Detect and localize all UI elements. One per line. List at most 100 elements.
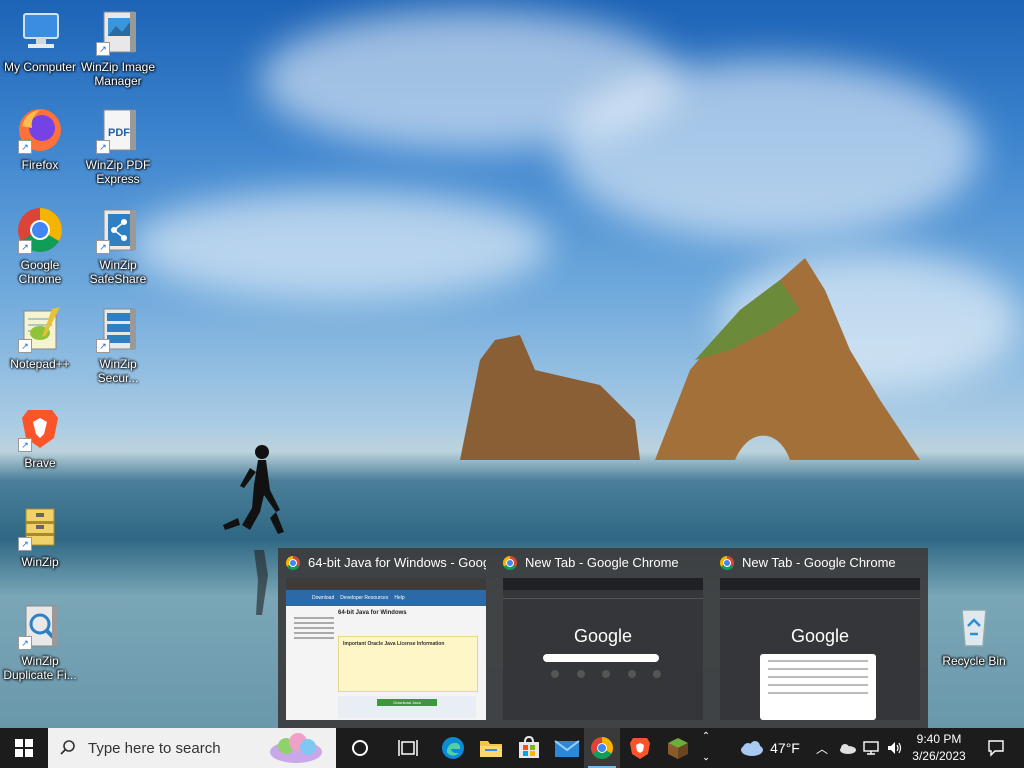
desktop-icon-firefox[interactable]: ↗ Firefox: [0, 106, 80, 172]
desktop-icon-label: WinZip Duplicate Fi...: [3, 654, 77, 682]
speaker-icon: [888, 742, 902, 754]
desktop-icon-label: Notepad++: [10, 357, 70, 371]
chrome-small-icon: [720, 556, 734, 570]
chevron-down-icon[interactable]: ⌃: [697, 746, 715, 764]
task-view-icon: [398, 740, 418, 756]
show-hidden-icons-chevron-icon[interactable]: ︿: [812, 728, 832, 768]
cortana-button[interactable]: [340, 728, 380, 768]
taskbar-edge[interactable]: [434, 728, 472, 768]
thumb-java-download-button: Download Java: [377, 699, 437, 706]
search-icon: [60, 740, 75, 755]
thumb-java-notice-title: Important Oracle Java License Informatio…: [343, 641, 445, 647]
search-highlight-icon: [270, 733, 322, 763]
shortcut-arrow-icon: ↗: [18, 636, 32, 650]
winzip-secure-icon: ↗: [94, 305, 142, 353]
desktop-icon-recycle-bin[interactable]: Recycle Bin: [934, 602, 1014, 668]
chrome-icon: [591, 737, 613, 759]
thumbnail-java-window[interactable]: 64-bit Java for Windows - Goog... Downlo…: [278, 548, 494, 728]
thumb-java-download-area: Download Java: [338, 696, 476, 718]
weather-widget[interactable]: 47°F: [734, 728, 804, 768]
desktop: My Computer ↗ WinZip Image Manager ↗ Fir…: [0, 0, 1024, 728]
desktop-icon-label: WinZip PDF Express: [85, 158, 151, 186]
wallpaper-cloud: [560, 60, 980, 240]
onedrive-cloud-icon: [840, 744, 856, 754]
thumb-search-dropdown: [760, 654, 876, 720]
cortana-circle-icon: [352, 740, 368, 756]
brave-icon: [630, 738, 650, 759]
desktop-icon-my-computer[interactable]: My Computer: [0, 8, 80, 74]
clock-time: 9:40 PM: [916, 732, 962, 746]
start-button[interactable]: [0, 728, 48, 768]
volume-tray-icon[interactable]: [884, 728, 906, 768]
shortcut-arrow-icon: ↗: [18, 537, 32, 551]
shortcut-arrow-icon: ↗: [18, 140, 32, 154]
onedrive-tray-icon[interactable]: [836, 728, 858, 768]
chrome-small-icon: [286, 556, 300, 570]
thumbnail-title: New Tab - Google Chrome: [720, 554, 920, 572]
thumb-java-heading: 64-bit Java for Windows: [338, 610, 407, 616]
weather-temperature: 47°F: [770, 740, 800, 756]
taskbar-microsoft-store[interactable]: [510, 728, 548, 768]
winzip-image-icon: ↗: [94, 8, 142, 56]
recycle-bin-icon: [950, 602, 998, 650]
notification-center-button[interactable]: [976, 728, 1016, 768]
shortcut-arrow-icon: ↗: [96, 140, 110, 154]
desktop-icon-brave[interactable]: ↗ Brave: [0, 404, 80, 470]
network-icon: [863, 741, 879, 755]
notification-icon: [988, 740, 1004, 757]
windows-logo-icon: [15, 739, 33, 757]
thumbnail-title: New Tab - Google Chrome: [503, 554, 703, 572]
desktop-icon-notepadpp[interactable]: ↗ Notepad++: [0, 305, 80, 371]
edge-icon: [442, 737, 464, 759]
shortcut-arrow-icon: ↗: [18, 240, 32, 254]
taskbar-search-box[interactable]: Type here to search: [48, 728, 336, 768]
taskbar-mail[interactable]: [548, 728, 586, 768]
desktop-icon-winzip-safeshare[interactable]: ↗ WinZip SafeShare: [78, 206, 158, 286]
taskbar-chrome[interactable]: [584, 728, 620, 768]
desktop-icon-winzip-secure[interactable]: ↗ WinZip Secur...: [78, 305, 158, 385]
taskbar-thumbnail-preview: 64-bit Java for Windows - Goog... Downlo…: [278, 548, 928, 728]
desktop-icon-winzip[interactable]: ↗ WinZip: [0, 503, 80, 569]
thumbnail-new-tab-2[interactable]: New Tab - Google Chrome Google: [712, 548, 928, 728]
svg-text:PDF: PDF: [108, 127, 130, 139]
chevron-up-icon[interactable]: ⌃: [697, 728, 715, 746]
desktop-icon-label: WinZip Secur...: [97, 357, 139, 385]
thumb-java-sidebar: [294, 614, 334, 684]
winzip-safeshare-icon: ↗: [94, 206, 142, 254]
shortcut-arrow-icon: ↗: [96, 240, 110, 254]
shortcut-arrow-icon: ↗: [18, 339, 32, 353]
network-tray-icon[interactable]: [860, 728, 882, 768]
chrome-small-icon: [503, 556, 517, 570]
thumb-nav-item: Help: [394, 595, 405, 601]
thumbnail-java-content: Download Developer Resources Help 64-bit…: [286, 578, 486, 720]
desktop-icon-winzip-image-manager[interactable]: ↗ WinZip Image Manager: [78, 8, 158, 88]
thumb-shortcuts: [551, 670, 661, 678]
taskbar-clock[interactable]: 9:40 PM 3/26/2023: [906, 731, 972, 765]
task-view-button[interactable]: [388, 728, 428, 768]
taskbar-scroll[interactable]: ⌃ ⌃: [697, 728, 715, 768]
wallpaper-rocks: [460, 258, 920, 460]
desktop-icon-google-chrome[interactable]: ↗ Google Chrome: [0, 206, 80, 286]
thumbnail-title-text: New Tab - Google Chrome: [525, 555, 679, 570]
thumb-google-logo: Google: [790, 626, 850, 646]
taskbar: Type here to search ⌃ ⌃ 47°F ︿ 9:40 PM 3…: [0, 728, 1024, 768]
firefox-icon: ↗: [16, 106, 64, 154]
cloud-weather-icon: [741, 741, 764, 756]
shortcut-arrow-icon: ↗: [18, 438, 32, 452]
taskbar-file-explorer[interactable]: [472, 728, 510, 768]
desktop-icon-label: WinZip SafeShare: [89, 258, 147, 286]
brave-icon: ↗: [16, 404, 64, 452]
taskbar-brave[interactable]: [622, 728, 658, 768]
thumb-google-logo: Google: [573, 626, 633, 646]
notepadpp-icon: ↗: [16, 305, 64, 353]
desktop-icon-winzip-pdf-express[interactable]: PDF ↗ WinZip PDF Express: [78, 106, 158, 186]
thumbnail-title-text: 64-bit Java for Windows - Goog...: [308, 555, 486, 570]
thumbnail-title: 64-bit Java for Windows - Goog...: [286, 554, 486, 572]
thumbnail-new-tab-1[interactable]: New Tab - Google Chrome Google: [495, 548, 711, 728]
computer-icon: [16, 8, 64, 56]
folder-icon: [480, 741, 502, 757]
desktop-icon-winzip-duplicate-finder[interactable]: ↗ WinZip Duplicate Fi...: [0, 602, 80, 682]
thumb-browser-tabstrip: [503, 578, 703, 590]
thumbnail-title-text: New Tab - Google Chrome: [742, 555, 896, 570]
taskbar-minecraft[interactable]: [660, 728, 696, 768]
